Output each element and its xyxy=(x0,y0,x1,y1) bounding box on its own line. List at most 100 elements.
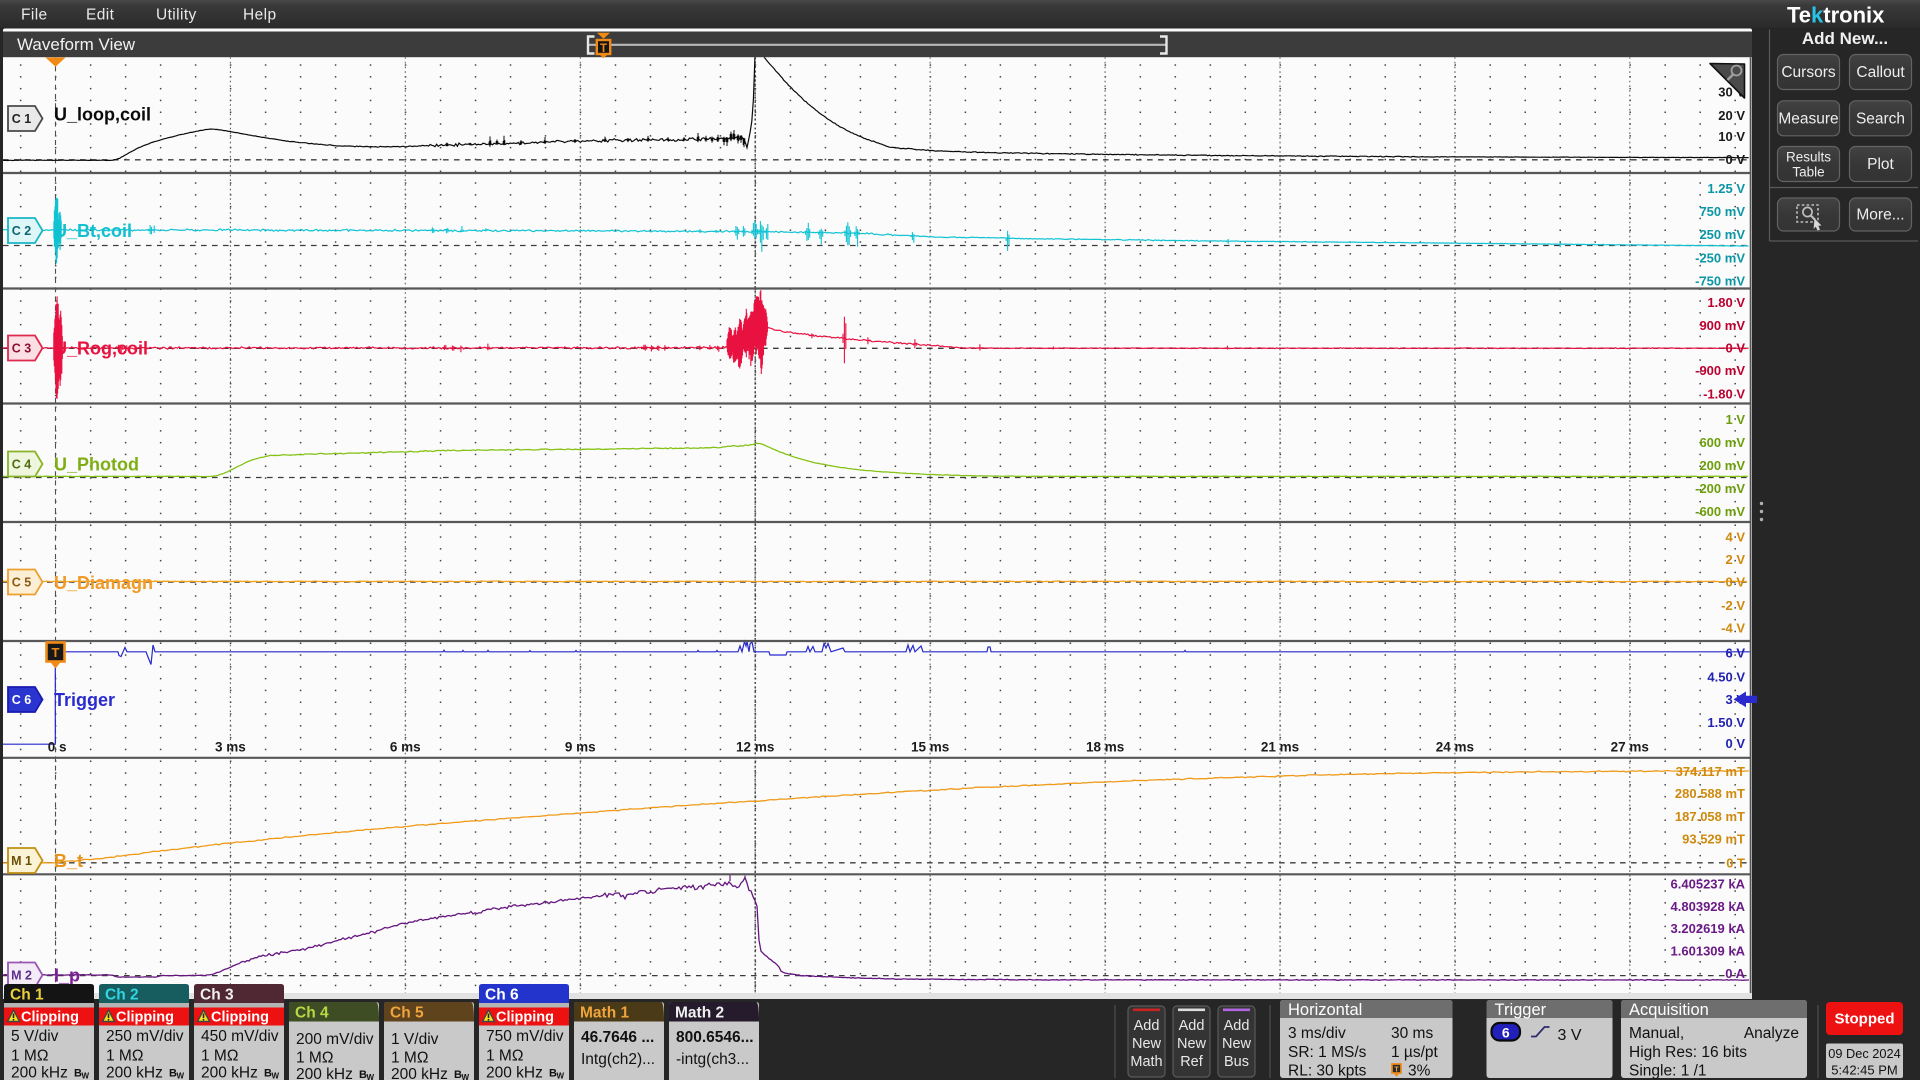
svg-text:0 A: 0 A xyxy=(1725,966,1745,981)
svg-text:W: W xyxy=(82,1072,90,1080)
svg-text:5:42:45 PM: 5:42:45 PM xyxy=(1831,1063,1898,1078)
svg-text:6.405237 kA: 6.405237 kA xyxy=(1671,876,1746,891)
svg-text:Table: Table xyxy=(1792,165,1824,180)
svg-text:Help: Help xyxy=(243,7,276,24)
svg-text:Trigger: Trigger xyxy=(1495,1001,1547,1019)
svg-text:New: New xyxy=(1132,1036,1162,1052)
svg-text:Edit: Edit xyxy=(86,7,115,24)
svg-text:1.25 V: 1.25 V xyxy=(1707,181,1745,196)
svg-text:1.50 V: 1.50 V xyxy=(1707,715,1745,730)
svg-text:18 ms: 18 ms xyxy=(1086,740,1124,755)
svg-text:187.058 mT: 187.058 mT xyxy=(1675,809,1745,824)
svg-text:Callout: Callout xyxy=(1856,64,1905,81)
svg-text:280.588 mT: 280.588 mT xyxy=(1675,786,1745,801)
svg-text:W: W xyxy=(272,1072,280,1080)
svg-text:1 MΩ: 1 MΩ xyxy=(296,1050,333,1067)
svg-text:200 kHz: 200 kHz xyxy=(296,1066,353,1080)
svg-text:Clipping: Clipping xyxy=(116,1010,174,1026)
svg-text:T: T xyxy=(52,645,60,660)
svg-text:1 V/div: 1 V/div xyxy=(391,1031,439,1048)
svg-text:Analyze: Analyze xyxy=(1744,1025,1799,1042)
svg-text:-750 mV: -750 mV xyxy=(1695,273,1745,288)
svg-text:Ref: Ref xyxy=(1180,1054,1204,1070)
svg-text:4 V: 4 V xyxy=(1725,529,1745,544)
svg-text:250 mV/div: 250 mV/div xyxy=(106,1028,184,1045)
svg-text:4.803928 kA: 4.803928 kA xyxy=(1671,899,1746,914)
svg-text:Stopped: Stopped xyxy=(1835,1011,1895,1028)
svg-text:Clipping: Clipping xyxy=(496,1010,554,1026)
svg-text:-2 V: -2 V xyxy=(1721,598,1745,613)
svg-text:3 ms: 3 ms xyxy=(215,740,246,755)
svg-text:24 ms: 24 ms xyxy=(1436,740,1474,755)
svg-text:10 V: 10 V xyxy=(1718,129,1745,144)
svg-text:27 ms: 27 ms xyxy=(1611,740,1649,755)
svg-text:Measure: Measure xyxy=(1778,110,1838,127)
svg-text:RL: 30 kpts: RL: 30 kpts xyxy=(1288,1063,1367,1080)
svg-text:Bus: Bus xyxy=(1224,1054,1249,1070)
svg-text:0 V: 0 V xyxy=(1725,152,1745,167)
svg-text:U_Rog,coil: U_Rog,coil xyxy=(54,338,148,358)
svg-text:15 ms: 15 ms xyxy=(911,740,949,755)
svg-text:Add: Add xyxy=(1224,1018,1250,1034)
svg-text:0 V: 0 V xyxy=(1725,736,1745,751)
svg-text:-600 mV: -600 mV xyxy=(1695,504,1745,519)
svg-text:M 1: M 1 xyxy=(11,854,32,868)
svg-text:5 V/div: 5 V/div xyxy=(11,1028,59,1045)
svg-text:Cursors: Cursors xyxy=(1781,64,1836,81)
svg-text:21 ms: 21 ms xyxy=(1261,740,1299,755)
svg-text:B_t: B_t xyxy=(54,851,83,871)
svg-text:200 kHz: 200 kHz xyxy=(391,1066,448,1080)
svg-text:450 mV/div: 450 mV/div xyxy=(201,1028,279,1045)
svg-text:T: T xyxy=(600,43,607,55)
svg-text:Manual,: Manual, xyxy=(1629,1025,1684,1042)
svg-text:-250 mV: -250 mV xyxy=(1695,250,1745,265)
svg-text:-200 mV: -200 mV xyxy=(1695,481,1745,496)
svg-text:Ch 1: Ch 1 xyxy=(10,987,44,1004)
svg-text:Single: 1 /1: Single: 1 /1 xyxy=(1629,1063,1707,1080)
svg-text:C 1: C 1 xyxy=(12,112,32,126)
svg-text:New: New xyxy=(1222,1036,1252,1052)
svg-text:200 mV/div: 200 mV/div xyxy=(296,1031,374,1048)
svg-text:Add: Add xyxy=(1179,1018,1205,1034)
svg-text:Horizontal: Horizontal xyxy=(1288,1001,1362,1019)
svg-text:Ch 5: Ch 5 xyxy=(390,1005,424,1022)
svg-text:-4 V: -4 V xyxy=(1721,621,1745,636)
svg-text:C 3: C 3 xyxy=(12,341,32,355)
svg-text:93.529 mT: 93.529 mT xyxy=(1682,832,1745,847)
svg-text:Ch 4: Ch 4 xyxy=(295,1005,329,1022)
svg-text:Ch 6: Ch 6 xyxy=(485,987,519,1004)
svg-text:1 µs/pt: 1 µs/pt xyxy=(1391,1044,1439,1061)
svg-text:Plot: Plot xyxy=(1867,156,1894,173)
svg-text:I_p: I_p xyxy=(54,965,80,985)
svg-text:4.50 V: 4.50 V xyxy=(1707,670,1745,685)
svg-text:374.117 mT: 374.117 mT xyxy=(1676,764,1745,779)
svg-text:2 V: 2 V xyxy=(1725,552,1745,567)
svg-text:File: File xyxy=(21,7,48,24)
svg-text:6 V: 6 V xyxy=(1725,646,1745,661)
svg-text:0 V: 0 V xyxy=(1725,341,1745,356)
svg-text:200 kHz: 200 kHz xyxy=(201,1065,258,1080)
svg-text:Trigger: Trigger xyxy=(54,690,115,710)
svg-text:W: W xyxy=(367,1073,375,1080)
svg-text:20 V: 20 V xyxy=(1718,108,1745,123)
svg-text:W: W xyxy=(557,1072,565,1080)
svg-text:1 MΩ: 1 MΩ xyxy=(391,1050,428,1067)
svg-text:1 MΩ: 1 MΩ xyxy=(201,1048,238,1065)
svg-text:Results: Results xyxy=(1786,150,1831,165)
svg-text:800.6546...: 800.6546... xyxy=(676,1029,754,1046)
svg-text:1 MΩ: 1 MΩ xyxy=(486,1048,523,1065)
svg-text:-1.80 V: -1.80 V xyxy=(1703,386,1745,401)
svg-text:Ch 3: Ch 3 xyxy=(200,987,234,1004)
svg-text:6: 6 xyxy=(1502,1024,1510,1040)
svg-text:200 kHz: 200 kHz xyxy=(11,1065,68,1080)
svg-text:0 V: 0 V xyxy=(1725,575,1745,590)
svg-text:U_Diamagn: U_Diamagn xyxy=(54,573,153,593)
svg-text:9 ms: 9 ms xyxy=(565,740,596,755)
svg-text:900 mV: 900 mV xyxy=(1699,318,1745,333)
svg-text:W: W xyxy=(462,1073,470,1080)
svg-text:T: T xyxy=(1394,1065,1399,1074)
svg-text:New: New xyxy=(1177,1036,1207,1052)
svg-text:Math: Math xyxy=(1130,1054,1162,1070)
svg-text:3.202619 kA: 3.202619 kA xyxy=(1671,921,1746,936)
svg-text:3 ms/div: 3 ms/div xyxy=(1288,1025,1346,1042)
